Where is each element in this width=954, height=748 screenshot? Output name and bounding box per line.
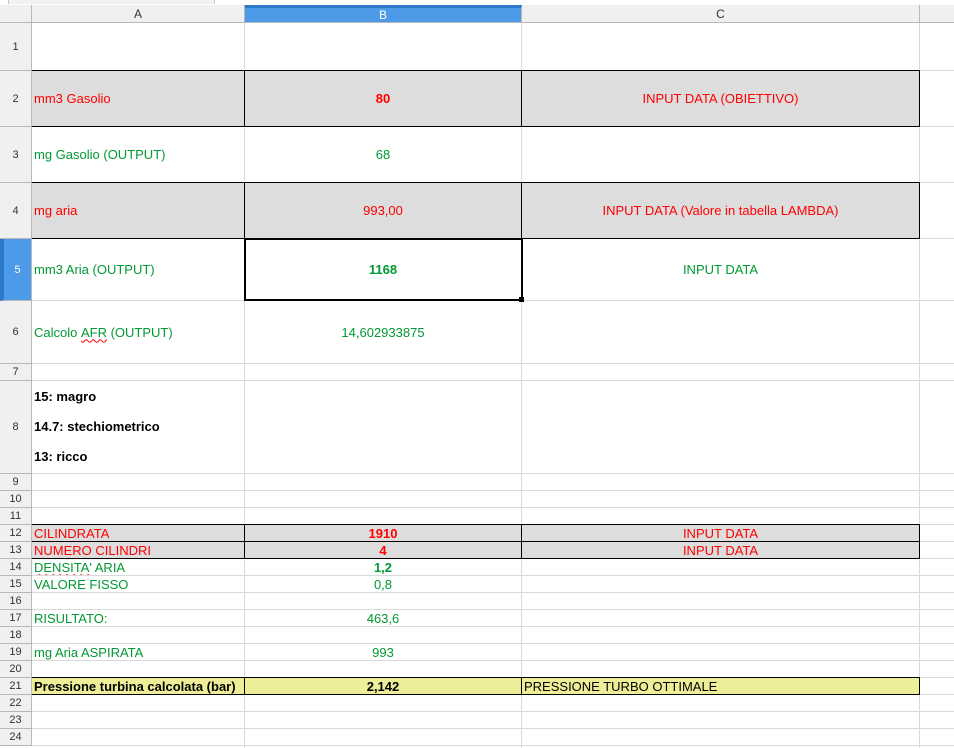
cell-a14[interactable]: DENSITA' ARIA	[32, 559, 244, 575]
spellcheck-word: AFR	[80, 324, 107, 340]
cell-border	[919, 182, 920, 239]
column-header-b[interactable]: B	[245, 5, 522, 23]
afr-legend-lean: 15: magro	[34, 389, 97, 404]
row-header-12[interactable]: 12	[0, 525, 32, 542]
row-header-20[interactable]: 20	[0, 661, 32, 678]
afr-legend-stoichiometric: 14.7: stechiometrico	[34, 419, 160, 434]
cell-b14[interactable]: 1,2	[245, 559, 521, 575]
column-header-d[interactable]	[920, 5, 954, 23]
cell-a17[interactable]: RISULTATO:	[32, 610, 244, 626]
cell-b6[interactable]: 14,602933875	[245, 301, 521, 363]
cell-b17[interactable]: 463,6	[245, 610, 521, 626]
cell-a6-text-start: Calcolo	[34, 324, 81, 340]
cell-c13[interactable]: INPUT DATA	[522, 542, 919, 558]
row-header-9[interactable]: 9	[0, 474, 32, 491]
gridline	[32, 745, 954, 746]
afr-legend-rich: 13: ricco	[34, 449, 88, 464]
gridline	[32, 490, 954, 491]
cell-a4[interactable]: mg aria	[32, 183, 244, 238]
cell-a5[interactable]: mm3 Aria (OUTPUT)	[32, 239, 244, 300]
row-header-22[interactable]: 22	[0, 695, 32, 712]
cell-c5[interactable]: INPUT DATA	[522, 239, 919, 300]
cell-a15[interactable]: VALORE FISSO	[32, 576, 244, 592]
cell-border	[919, 70, 920, 127]
cell-a3[interactable]: mg Gasolio (OUTPUT)	[32, 127, 244, 182]
gridline	[32, 592, 954, 593]
row-header-5[interactable]: 5	[0, 239, 32, 301]
gridline	[521, 23, 522, 748]
gridline	[32, 728, 954, 729]
row-header-6[interactable]: 6	[0, 301, 32, 364]
column-header-a[interactable]: A	[32, 5, 245, 23]
row-header-23[interactable]: 23	[0, 712, 32, 729]
cell-b15[interactable]: 0,8	[245, 576, 521, 592]
spreadsheet: A B C 1 2 3 4 5 6 7 8 9 10 11 12 13 14 1…	[0, 0, 954, 748]
cell-b19[interactable]: 993	[245, 644, 521, 660]
cell-border	[919, 524, 920, 559]
row-header-2[interactable]: 2	[0, 71, 32, 127]
cell-c12[interactable]: INPUT DATA	[522, 525, 919, 541]
cell-a8[interactable]: 15: magro 14.7: stechiometrico 13: ricco	[32, 381, 244, 473]
cell-b2[interactable]: 80	[245, 71, 521, 126]
cell-c21[interactable]: PRESSIONE TURBO OTTIMALE	[522, 678, 919, 694]
row-header-19[interactable]: 19	[0, 644, 32, 661]
active-cell-cursor	[244, 238, 523, 301]
gridline	[32, 473, 954, 474]
row-header-13[interactable]: 13	[0, 542, 32, 559]
gridline	[32, 626, 954, 627]
gridline	[32, 363, 954, 364]
row-header-24[interactable]: 24	[0, 729, 32, 746]
gridline	[32, 507, 954, 508]
cell-a19[interactable]: mg Aria ASPIRATA	[32, 644, 244, 660]
cell-a13[interactable]: NUMERO CILINDRI	[32, 542, 244, 558]
cell-b3[interactable]: 68	[245, 127, 521, 182]
cell-a6-text-end: (OUTPUT)	[106, 324, 173, 340]
row-header-10[interactable]: 10	[0, 491, 32, 508]
cell-b13[interactable]: 4	[245, 542, 521, 558]
cell-c2[interactable]: INPUT DATA (OBIETTIVO)	[522, 71, 919, 126]
column-header-c[interactable]: C	[522, 5, 920, 23]
row-header-8[interactable]: 8	[0, 381, 32, 474]
gridline	[32, 711, 954, 712]
row-header-21[interactable]: 21	[0, 678, 32, 695]
row-header-4[interactable]: 4	[0, 183, 32, 239]
gridline	[32, 660, 954, 661]
row-header-15[interactable]: 15	[0, 576, 32, 593]
spellcheck-word: DENSITA'	[34, 559, 92, 575]
row-header-17[interactable]: 17	[0, 610, 32, 627]
row-header-1[interactable]: 1	[0, 23, 32, 71]
row-header-11[interactable]: 11	[0, 508, 32, 525]
cell-border	[919, 677, 920, 695]
cell-a6[interactable]: Calcolo AFR (OUTPUT)	[32, 301, 244, 363]
cell-b21[interactable]: 2,142	[245, 678, 521, 694]
row-header-16[interactable]: 16	[0, 593, 32, 610]
cell-a14-text-end: ARIA	[91, 559, 126, 575]
cell-a2[interactable]: mm3 Gasolio	[32, 71, 244, 126]
gridline	[919, 23, 920, 748]
cell-c4[interactable]: INPUT DATA (Valore in tabella LAMBDA)	[522, 183, 919, 238]
cell-a21[interactable]: Pressione turbina calcolata (bar)	[32, 678, 244, 694]
row-header-14[interactable]: 14	[0, 559, 32, 576]
row-header-7[interactable]: 7	[0, 364, 32, 381]
sheet-tab[interactable]	[8, 0, 215, 4]
row-header-3[interactable]: 3	[0, 127, 32, 183]
cell-b4[interactable]: 993,00	[245, 183, 521, 238]
cell-a12[interactable]: CILINDRATA	[32, 525, 244, 541]
row-header-18[interactable]: 18	[0, 627, 32, 644]
select-all-corner[interactable]	[0, 5, 32, 23]
cell-b12[interactable]: 1910	[245, 525, 521, 541]
